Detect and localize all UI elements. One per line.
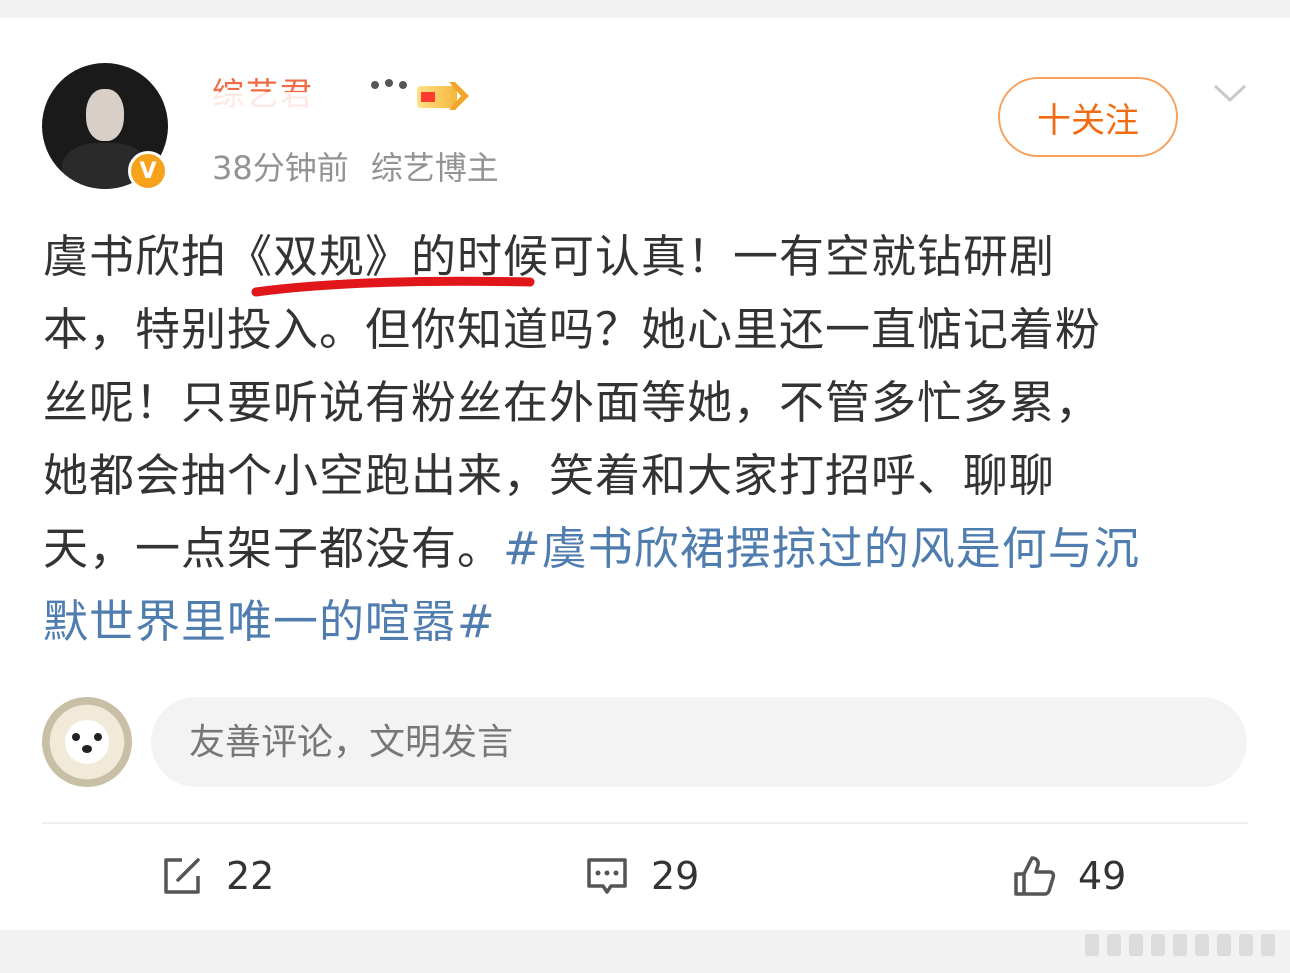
avatar-face <box>86 89 124 141</box>
verified-badge-icon: V <box>128 151 168 191</box>
topic-link-continued[interactable]: 默世界里唯一的喧嚣# <box>43 595 496 648</box>
top-status-strip <box>0 0 1290 18</box>
post-text-line: 她都会抽个小空跑出来，笑着和大家打招呼、聊聊 <box>43 449 1056 502</box>
post-text-line: 虞书欣拍《双规》的时候可认真！一有空就钻研剧 <box>43 230 1056 283</box>
divider <box>42 822 1248 824</box>
comment-button[interactable]: 29 <box>585 848 699 904</box>
avatar-nose <box>82 745 92 753</box>
share-icon <box>164 858 200 894</box>
vip-crown-icon <box>371 79 469 110</box>
commenter-avatar <box>42 697 132 787</box>
post-text-line: 丝呢！只要听说有粉丝在外面等她，不管多忙多累， <box>43 376 1102 429</box>
post-text: 虞书欣拍《双规》的时候可认真！一有空就钻研剧 本，特别投入。但你知道吗？她心里还… <box>43 220 1248 658</box>
comment-icon <box>587 858 627 894</box>
post-text-plain: 天，一点架子都没有。 <box>43 522 504 575</box>
post-time: 38分钟前 <box>212 149 349 187</box>
post-text-line: 本，特别投入。但你知道吗？她心里还一直惦记着粉 <box>43 303 1102 356</box>
avatar-eye <box>72 733 80 741</box>
like-count: 49 <box>1078 854 1127 898</box>
post-meta: 38分钟前 综艺博主 <box>212 143 499 189</box>
comment-count: 29 <box>651 854 700 898</box>
post-text-line: 默世界里唯一的喧嚣# <box>43 585 1248 658</box>
share-button[interactable]: 22 <box>160 848 274 904</box>
chevron-down-icon[interactable] <box>1212 80 1248 108</box>
avatar-eye <box>94 733 102 741</box>
author-role: 综艺博主 <box>370 149 499 187</box>
like-button[interactable]: 49 <box>1012 848 1126 904</box>
post-text-line: 天，一点架子都没有。#虞书欣裙摆掠过的风是何与沉 <box>43 512 1248 585</box>
comment-input[interactable] <box>151 697 1247 787</box>
topic-link[interactable]: #虞书欣裙摆掠过的风是何与沉 <box>503 522 1140 575</box>
share-count: 22 <box>226 854 275 898</box>
scroll-indicator <box>1085 934 1275 956</box>
follow-button[interactable]: 十关注 <box>998 77 1178 157</box>
red-underline-annotation <box>251 276 535 297</box>
thumbs-up-icon <box>1014 856 1056 896</box>
